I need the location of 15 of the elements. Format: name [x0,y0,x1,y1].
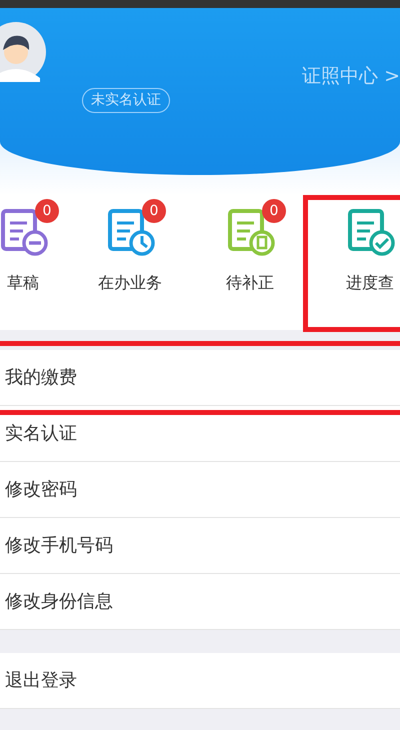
verification-status-badge: 未实名认证 [82,88,170,113]
count-badge: 0 [142,199,166,223]
menu-item[interactable]: 修改手机号码 [0,518,400,573]
shortcut-label[interactable]: 待补正 [226,271,274,295]
menu-item[interactable]: 我的缴费 [0,350,400,405]
avatar[interactable] [0,22,46,82]
menu-item[interactable]: 修改身份信息 [0,574,400,629]
count-badge: 0 [35,199,59,223]
shortcut-label[interactable]: 在办业务 [98,271,162,295]
menu-item[interactable]: 修改密码 [0,462,400,517]
shortcut-label[interactable]: 进度查 [346,271,394,295]
menu-item[interactable]: 实名认证 [0,406,400,461]
menu-item[interactable]: 退出登录 [0,653,400,708]
count-badge: 0 [262,199,286,223]
shortcut-label[interactable]: 草稿 [7,271,39,295]
